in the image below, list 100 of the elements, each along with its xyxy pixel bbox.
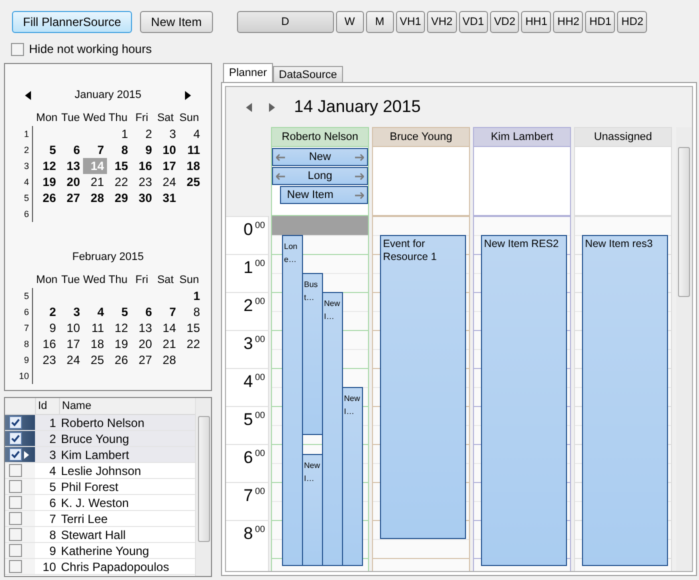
- scrollbar[interactable]: [195, 398, 211, 576]
- day-cell[interactable]: 10: [59, 320, 83, 336]
- view-button[interactable]: HD1: [585, 11, 616, 33]
- day-cell[interactable]: 28: [83, 190, 107, 206]
- checkbox[interactable]: [11, 42, 24, 56]
- day-cell[interactable]: 4: [83, 304, 107, 320]
- all-day-event[interactable]: New: [272, 148, 368, 166]
- day-cell[interactable]: 11: [83, 320, 107, 336]
- day-cell[interactable]: 26: [35, 190, 59, 206]
- day-cell[interactable]: 18: [83, 336, 107, 352]
- day-cell[interactable]: 9: [35, 320, 59, 336]
- day-cell[interactable]: 21: [83, 174, 107, 190]
- day-cell[interactable]: 16: [131, 158, 155, 174]
- row-checkbox[interactable]: [9, 496, 22, 509]
- day-cell[interactable]: 23: [35, 352, 59, 368]
- event[interactable]: Event for Resource 1: [380, 235, 466, 539]
- day-cell[interactable]: 19: [35, 174, 59, 190]
- resource-header[interactable]: Unassigned: [574, 127, 672, 147]
- grid-row[interactable]: 5 Phil Forest: [5, 479, 195, 495]
- row-checkbox[interactable]: [9, 544, 22, 557]
- day-cell[interactable]: 22: [179, 336, 203, 352]
- resource-header[interactable]: Roberto Nelson: [271, 127, 369, 147]
- day-cell[interactable]: 12: [35, 158, 59, 174]
- day-cell[interactable]: 13: [59, 158, 83, 174]
- day-cell[interactable]: 11: [179, 142, 203, 158]
- day-cell[interactable]: 13: [131, 320, 155, 336]
- grid-row[interactable]: 1 Roberto Nelson: [5, 415, 195, 431]
- day-cell[interactable]: 24: [59, 352, 83, 368]
- day-cell[interactable]: 6: [131, 304, 155, 320]
- view-button[interactable]: M: [366, 11, 394, 33]
- row-checkbox[interactable]: [9, 464, 22, 477]
- event[interactable]: New I…: [342, 387, 363, 566]
- grid-row[interactable]: 6 K. J. Weston: [5, 495, 195, 511]
- day-cell[interactable]: 20: [131, 336, 155, 352]
- day-cell[interactable]: 4: [179, 126, 203, 142]
- view-button[interactable]: VD1: [458, 11, 488, 33]
- day-cell[interactable]: 17: [59, 336, 83, 352]
- next-month-icon[interactable]: [184, 90, 191, 100]
- day-cell[interactable]: 8: [107, 142, 131, 158]
- grid-row[interactable]: 10 Chris Papadopoulos: [5, 559, 195, 575]
- day-cell[interactable]: 21: [155, 336, 179, 352]
- day-cell[interactable]: 31: [155, 190, 179, 206]
- view-button[interactable]: HH2: [553, 11, 584, 33]
- event[interactable]: Lon e…: [282, 235, 303, 566]
- event[interactable]: Bus t…: [302, 273, 323, 434]
- day-cell[interactable]: 5: [107, 304, 131, 320]
- grid-row[interactable]: 2 Bruce Young: [5, 431, 195, 447]
- row-checkbox[interactable]: [9, 512, 22, 525]
- day-cell[interactable]: 7: [83, 142, 107, 158]
- grid-row[interactable]: 7 Terri Lee: [5, 511, 195, 527]
- grid-row[interactable]: 3 Kim Lambert: [5, 447, 195, 463]
- day-cell[interactable]: 8: [179, 304, 203, 320]
- day-cell[interactable]: 27: [59, 190, 83, 206]
- day-cell[interactable]: 28: [155, 352, 179, 368]
- day-cell[interactable]: 3: [155, 126, 179, 142]
- view-button[interactable]: VD2: [490, 11, 520, 33]
- previous-day-icon[interactable]: [246, 102, 252, 112]
- tab[interactable]: DataSource: [272, 66, 344, 82]
- day-cell[interactable]: 14: [155, 320, 179, 336]
- action-button[interactable]: New Item: [140, 11, 213, 33]
- day-cell[interactable]: 22: [107, 174, 131, 190]
- day-cell[interactable]: 16: [35, 336, 59, 352]
- tab[interactable]: Planner: [223, 63, 273, 82]
- view-button[interactable]: D: [236, 11, 334, 33]
- action-button[interactable]: Fill PlannerSource: [12, 11, 132, 33]
- day-cell[interactable]: 7: [155, 304, 179, 320]
- day-cell[interactable]: 15: [179, 320, 203, 336]
- day-cell[interactable]: 12: [107, 320, 131, 336]
- view-button[interactable]: W: [336, 11, 364, 33]
- column-header[interactable]: Id: [35, 398, 59, 414]
- day-cell[interactable]: 25: [179, 174, 203, 190]
- grid-row[interactable]: 9 Katherine Young: [5, 543, 195, 559]
- day-cell[interactable]: 9: [131, 142, 155, 158]
- day-cell[interactable]: 24: [155, 174, 179, 190]
- day-cell[interactable]: 1: [179, 288, 203, 304]
- day-cell[interactable]: 2: [35, 304, 59, 320]
- row-checkbox[interactable]: [9, 560, 22, 573]
- next-day-icon[interactable]: [269, 102, 275, 112]
- row-checkbox[interactable]: [9, 480, 22, 493]
- day-cell[interactable]: 20: [59, 174, 83, 190]
- day-cell[interactable]: 2: [131, 126, 155, 142]
- grid-row[interactable]: 4 Leslie Johnson: [5, 463, 195, 479]
- day-cell[interactable]: 19: [107, 336, 131, 352]
- view-button[interactable]: VH2: [427, 11, 457, 33]
- day-cell[interactable]: 6: [59, 142, 83, 158]
- day-cell[interactable]: 30: [131, 190, 155, 206]
- day-cell[interactable]: 17: [155, 158, 179, 174]
- row-checkbox[interactable]: [9, 448, 22, 461]
- day-cell[interactable]: 23: [131, 174, 155, 190]
- row-header[interactable]: [5, 431, 35, 446]
- event[interactable]: New Item RES2: [481, 235, 567, 566]
- view-button[interactable]: VH1: [396, 11, 426, 33]
- resource-header[interactable]: Kim Lambert: [473, 127, 571, 147]
- day-cell[interactable]: 26: [107, 352, 131, 368]
- day-cell[interactable]: 10: [155, 142, 179, 158]
- row-checkbox[interactable]: [9, 416, 22, 429]
- event[interactable]: New I…: [302, 454, 323, 566]
- row-checkbox[interactable]: [9, 432, 22, 445]
- day-cell[interactable]: 18: [179, 158, 203, 174]
- day-cell[interactable]: 3: [59, 304, 83, 320]
